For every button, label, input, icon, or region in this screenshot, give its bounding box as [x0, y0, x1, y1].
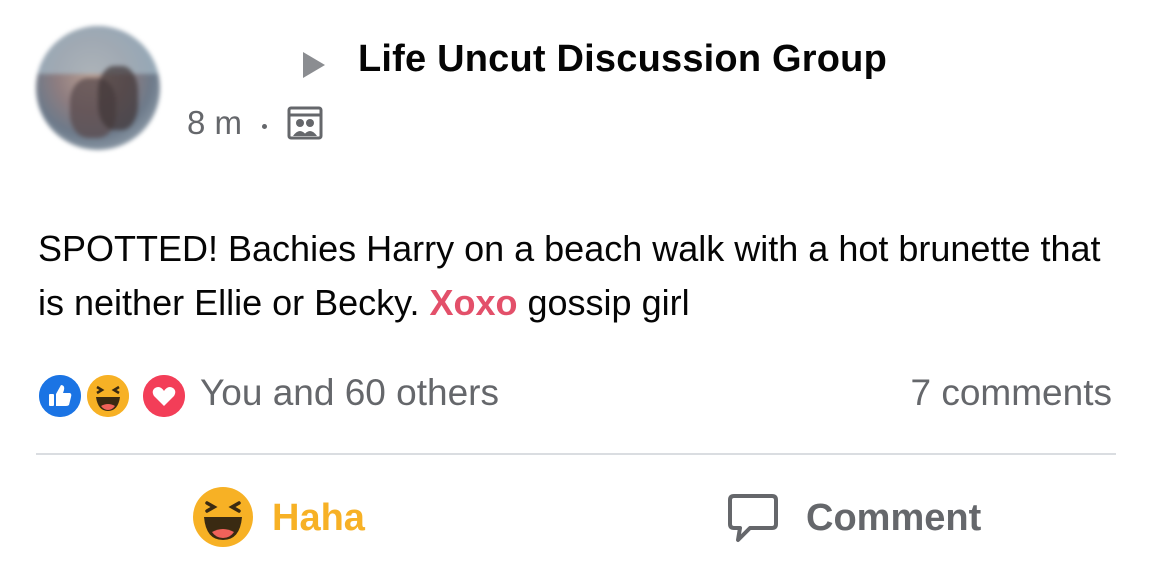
- post-timestamp[interactable]: 8 m: [187, 104, 242, 142]
- comment-label: Comment: [806, 497, 982, 539]
- haha-icon: [193, 487, 253, 547]
- group-icon: [287, 106, 323, 140]
- like-icon: [36, 372, 84, 420]
- separator-dot: [262, 124, 267, 129]
- haha-label: Haha: [272, 497, 365, 539]
- post-text-end: gossip girl: [517, 282, 690, 323]
- divider: [36, 453, 1116, 455]
- avatar[interactable]: [36, 26, 160, 150]
- comment-count[interactable]: 7 comments: [910, 372, 1112, 414]
- post-text-highlight: Xoxo: [429, 282, 518, 323]
- haha-icon: [84, 372, 132, 420]
- comment-button[interactable]: Comment: [724, 486, 1024, 550]
- reaction-summary[interactable]: You and 60 others: [200, 372, 499, 414]
- haha-button[interactable]: Haha: [192, 486, 412, 550]
- love-icon: [140, 372, 188, 420]
- arrow-right-icon: [303, 52, 325, 78]
- reaction-icons[interactable]: [36, 372, 188, 420]
- post-body: SPOTTED! Bachies Harry on a beach walk w…: [38, 222, 1128, 330]
- group-name-link[interactable]: Life Uncut Discussion Group: [358, 38, 887, 81]
- comment-icon: [728, 494, 778, 542]
